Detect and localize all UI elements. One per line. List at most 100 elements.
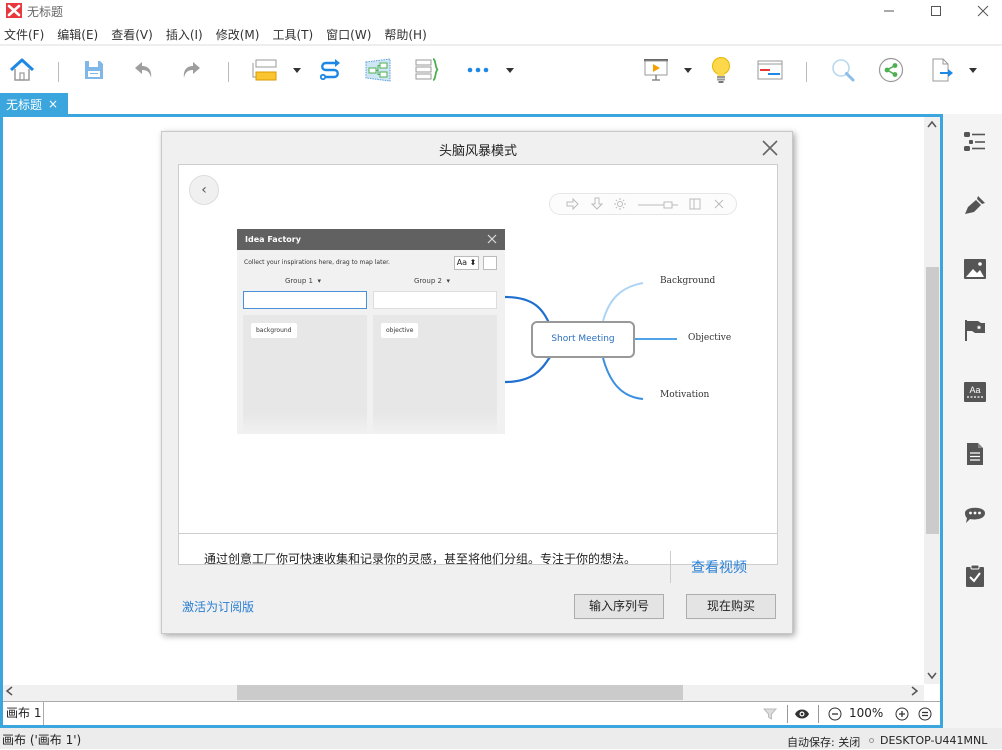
menu-tools[interactable]: 工具(T)	[272, 25, 313, 45]
menu-view[interactable]: 查看(V)	[111, 25, 153, 45]
filter-icon	[763, 708, 777, 720]
presentation-button[interactable]	[642, 56, 670, 84]
toolbar	[0, 44, 1002, 94]
document-tab-strip: 无标题 ×	[0, 93, 942, 115]
mindmap-preview: Short Meeting Background Objective Motiv…	[505, 265, 765, 415]
sheetbar-separator	[787, 705, 788, 723]
close-icon	[762, 140, 778, 156]
group-1-input	[243, 291, 367, 309]
dialog-preview-panel: ‹ Idea Factory Collect your inspirations…	[178, 164, 778, 583]
idea-factory-close-icon	[487, 234, 497, 244]
presentation-dropdown[interactable]	[683, 66, 693, 74]
close-button[interactable]	[960, 0, 1002, 22]
menu-modify[interactable]: 修改(M)	[216, 25, 260, 45]
comments-panel-button[interactable]	[963, 503, 987, 527]
scroll-down-icon[interactable]	[927, 670, 937, 684]
minimize-button[interactable]	[866, 0, 912, 22]
enter-serial-button[interactable]: 输入序列号	[574, 594, 664, 619]
zoom-in-icon	[895, 707, 909, 721]
insert-topic-dropdown[interactable]	[292, 66, 302, 74]
zoom-out-button[interactable]	[826, 705, 844, 723]
horizontal-scroll-thumb[interactable]	[237, 685, 683, 700]
share-button[interactable]	[877, 56, 905, 84]
vertical-scrollbar[interactable]	[924, 117, 940, 684]
summary-button[interactable]	[413, 56, 441, 84]
outline-icon	[964, 132, 985, 151]
relationship-button[interactable]	[316, 56, 344, 84]
group-label: Group 1 ▾	[285, 277, 321, 285]
branch-topic: Motivation	[660, 390, 710, 400]
menu-window[interactable]: 窗口(W)	[326, 25, 371, 45]
dialog-close-button[interactable]	[760, 138, 780, 158]
chevron-left-icon: ‹	[201, 182, 207, 198]
idea-card: background	[251, 323, 297, 338]
toolbar-separator	[806, 62, 807, 82]
scroll-right-icon[interactable]	[911, 686, 919, 700]
more-button[interactable]	[464, 56, 492, 84]
task-panel-button[interactable]	[963, 564, 987, 588]
lightbulb-icon	[712, 57, 730, 83]
zoom-in-button[interactable]	[893, 705, 911, 723]
branch-topic: Objective	[688, 333, 732, 343]
book-icon	[483, 256, 497, 270]
activate-subscription-link[interactable]: 激活为订阅版	[182, 598, 254, 615]
font-style-icon: Aa	[964, 382, 986, 402]
notes-icon	[967, 443, 983, 465]
svg-text:Aa: Aa	[969, 385, 980, 395]
more-dropdown[interactable]	[505, 66, 515, 74]
notes-panel-button[interactable]	[963, 442, 987, 466]
maximize-button[interactable]	[913, 0, 959, 22]
central-topic: Short Meeting	[531, 321, 635, 358]
more-icon	[467, 67, 489, 73]
scroll-left-icon[interactable]	[5, 686, 13, 700]
undo-button[interactable]	[130, 56, 158, 84]
font-size-toggle: Aa ⬍	[454, 256, 479, 270]
zoom-out-icon	[828, 707, 842, 721]
group-1-column: background	[243, 315, 367, 434]
title-bar: 无标题	[0, 0, 1002, 22]
exit-icon	[714, 199, 724, 209]
document-tab-label: 无标题	[6, 97, 43, 112]
search-button[interactable]	[829, 56, 857, 84]
topic-icon	[252, 59, 277, 81]
sheet-tab[interactable]: 画布 1	[3, 702, 44, 725]
right-side-panel: Aa	[943, 114, 1002, 728]
group-label: Group 2 ▾	[414, 277, 450, 285]
gantt-button[interactable]	[756, 56, 784, 84]
horizontal-scrollbar[interactable]	[3, 685, 924, 701]
outline-panel-button[interactable]	[963, 130, 987, 154]
style-panel-button[interactable]: Aa	[963, 380, 987, 404]
menu-insert[interactable]: 插入(I)	[166, 25, 203, 45]
document-tab[interactable]: 无标题 ×	[0, 93, 68, 115]
export-dropdown[interactable]	[968, 66, 978, 74]
back-button[interactable]: ‹	[189, 175, 219, 205]
menu-help[interactable]: 帮助(H)	[384, 25, 426, 45]
boundary-button[interactable]	[364, 56, 392, 84]
buy-now-button[interactable]: 现在购买	[686, 594, 776, 619]
insert-topic-button[interactable]	[251, 56, 279, 84]
format-panel-button[interactable]	[963, 194, 987, 218]
feature-description: 通过创意工厂你可快速收集和记录你的灵感，甚至将他们分组。专注于你的想法。 查看视…	[179, 533, 777, 597]
tab-close-icon[interactable]: ×	[48, 97, 58, 111]
scroll-up-icon[interactable]	[927, 118, 937, 132]
watch-video-link[interactable]: 查看视频	[691, 557, 747, 577]
filter-button[interactable]	[761, 705, 779, 723]
marker-panel-button[interactable]	[963, 318, 987, 342]
share-icon	[878, 57, 904, 83]
vertical-scroll-thumb[interactable]	[926, 267, 939, 534]
menu-edit[interactable]: 编辑(E)	[57, 25, 98, 45]
export-icon	[932, 58, 953, 82]
image-icon	[964, 259, 986, 279]
redo-button[interactable]	[177, 56, 205, 84]
brainstorm-button[interactable]	[707, 56, 735, 84]
presentation-icon	[644, 59, 668, 81]
save-button[interactable]	[80, 56, 108, 84]
menu-file[interactable]: 文件(F)	[4, 25, 44, 45]
view-button[interactable]	[793, 705, 811, 723]
autosave-status[interactable]: 自动保存: 关闭	[787, 734, 860, 750]
fit-map-button[interactable]	[916, 705, 934, 723]
home-button[interactable]	[8, 56, 36, 84]
export-button[interactable]	[928, 56, 956, 84]
summary-icon	[415, 58, 439, 81]
image-panel-button[interactable]	[963, 257, 987, 281]
